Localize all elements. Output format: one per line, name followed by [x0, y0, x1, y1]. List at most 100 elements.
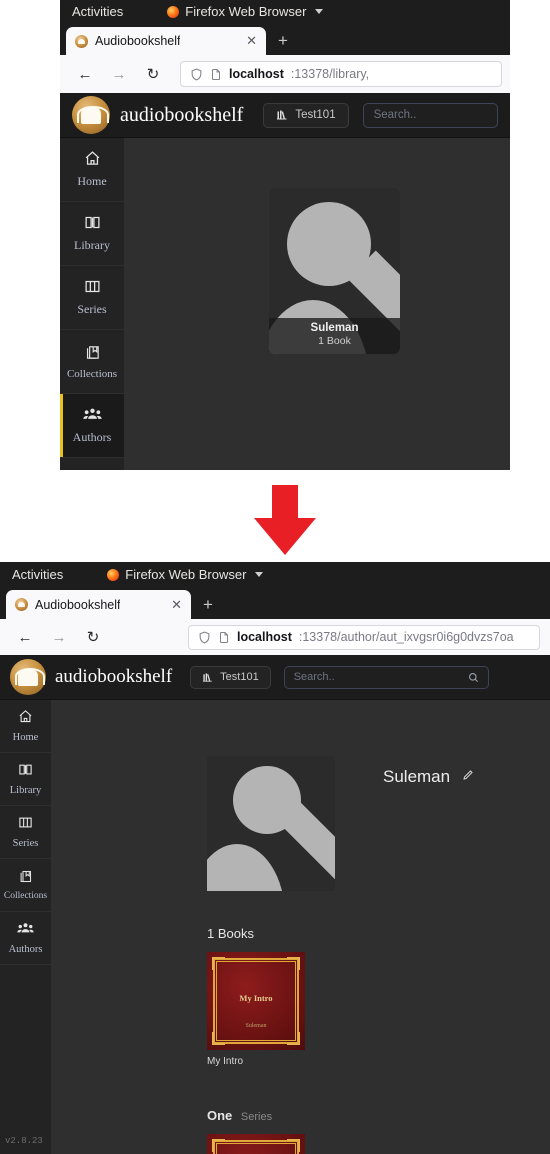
book-item[interactable]: My Intro Suleman My Intro: [207, 952, 305, 1067]
author-detail-page: Suleman 1 Books My Intro Suleman My Intr…: [51, 700, 550, 1154]
author-title-row: Suleman: [383, 756, 474, 787]
sidebar-item-authors[interactable]: Authors: [0, 912, 51, 965]
cover-corner-bl: [211, 1032, 225, 1046]
sidebar-item-home[interactable]: Home: [60, 138, 124, 202]
series-section: One Series My Intro: [207, 1108, 305, 1154]
chevron-down-icon: [255, 572, 264, 577]
sidebar-item-label: Collections: [66, 367, 118, 380]
collections-icon: [18, 869, 33, 888]
firefox-icon: [107, 568, 120, 581]
url-bar[interactable]: localhost:13378/author/aut_ixvgsr0i6g0dv…: [188, 624, 540, 650]
collections-icon: [84, 344, 101, 363]
page-doc-icon: [220, 631, 228, 643]
library-selector[interactable]: Test101: [190, 665, 271, 689]
chevron-down-icon: [315, 9, 324, 14]
search-input[interactable]: Search..: [362, 102, 498, 128]
shield-icon: [199, 631, 210, 644]
shield-icon: [191, 68, 202, 81]
reload-button[interactable]: ↻: [76, 628, 110, 646]
author-card[interactable]: Suleman 1 Book: [269, 188, 400, 354]
search-input[interactable]: Search..: [283, 665, 489, 689]
new-tab-button[interactable]: +: [191, 590, 225, 619]
bottom-sidebar: Home Library Series Collections Authors …: [0, 700, 51, 1154]
series-section-heading: One Series: [207, 1108, 305, 1123]
columns-icon: [18, 815, 33, 834]
firefox-app-menu[interactable]: Firefox Web Browser: [167, 4, 324, 19]
sidebar-item-series[interactable]: Series: [0, 806, 51, 859]
reload-button[interactable]: ↻: [136, 65, 170, 83]
book-cover[interactable]: My Intro Suleman: [207, 1134, 305, 1154]
audiobookshelf-favicon: [15, 598, 28, 611]
series-grid: My Intro Suleman: [207, 1134, 305, 1154]
url-bar[interactable]: localhost:13378/library,: [180, 61, 502, 87]
app-version: v2.8.23: [5, 1136, 43, 1146]
sidebar-item-label: Authors: [72, 430, 112, 444]
top-app-header: audiobookshelf Test101 Search..: [60, 93, 510, 138]
sidebar-item-label: Authors: [8, 943, 43, 955]
sidebar-item-authors[interactable]: Authors: [60, 394, 124, 458]
people-icon: [17, 921, 34, 940]
books-grid: My Intro Suleman My Intro: [207, 952, 305, 1067]
bottom-panel: Activities Firefox Web Browser Audiobook…: [0, 562, 550, 1154]
top-navbar: ← → ↻ localhost:13378/library,: [60, 55, 510, 93]
audiobookshelf-logo: [72, 96, 110, 134]
url-host: localhost: [229, 67, 284, 81]
book-open-icon: [84, 214, 101, 233]
firefox-app-menu-label: Firefox Web Browser: [125, 567, 247, 582]
brand-title: audiobookshelf: [120, 103, 244, 126]
back-button[interactable]: ←: [8, 629, 42, 646]
author-card-name: Suleman: [310, 322, 359, 334]
firefox-icon: [167, 5, 180, 18]
forward-button[interactable]: →: [102, 66, 136, 83]
author-placeholder-image: [207, 756, 335, 891]
sidebar-item-label: Library: [9, 784, 42, 796]
library-selector[interactable]: Test101: [263, 102, 349, 128]
search-placeholder: Search..: [373, 109, 417, 121]
down-arrow-annotation: [250, 485, 320, 557]
top-app-body: Home Library Series Collections Authors …: [60, 138, 510, 470]
sidebar-item-library[interactable]: Library: [0, 753, 51, 806]
columns-icon: [84, 278, 101, 297]
search-icon[interactable]: [468, 672, 479, 683]
sidebar-item-series[interactable]: Series: [60, 266, 124, 330]
cover-corner-tl: [211, 1138, 225, 1152]
top-authors-grid: Suleman 1 Book: [124, 138, 510, 470]
people-icon: [82, 406, 102, 425]
screenshot-root: Activities Firefox Web Browser Audiobook…: [0, 0, 550, 1154]
back-button[interactable]: ←: [68, 66, 102, 83]
close-icon[interactable]: ✕: [238, 33, 257, 49]
sidebar-item-label: Series: [12, 837, 39, 849]
sidebar-item-home[interactable]: Home: [0, 700, 51, 753]
activities-button[interactable]: Activities: [12, 567, 63, 582]
bottom-app-header: audiobookshelf Test101 Search..: [0, 655, 550, 700]
tab-title: Audiobookshelf: [95, 34, 181, 48]
new-tab-button[interactable]: +: [266, 27, 300, 55]
book-cover[interactable]: My Intro Suleman: [207, 952, 305, 1050]
book-title-label: My Intro: [207, 1056, 244, 1067]
sidebar-item-collections[interactable]: Collections: [60, 330, 124, 394]
sidebar-item-library[interactable]: Library: [60, 202, 124, 266]
pencil-icon[interactable]: [462, 768, 474, 786]
url-rest: :13378/author/aut_ixvgsr0i6g0dvzs7oa: [298, 630, 514, 644]
activities-button[interactable]: Activities: [72, 4, 123, 19]
library-icon: [203, 672, 212, 682]
cover-corner-tr: [287, 956, 301, 970]
browser-tab-audiobookshelf[interactable]: Audiobookshelf ✕: [6, 590, 191, 619]
book-item[interactable]: My Intro Suleman: [207, 1134, 305, 1154]
browser-tab-audiobookshelf[interactable]: Audiobookshelf ✕: [66, 27, 266, 55]
library-selector-label: Test101: [295, 109, 336, 121]
books-section: 1 Books My Intro Suleman My Intro: [207, 926, 305, 1067]
forward-button[interactable]: →: [42, 629, 76, 646]
author-name: Suleman: [383, 767, 451, 786]
sidebar-item-label: Series: [77, 302, 107, 316]
top-panel: Activities Firefox Web Browser Audiobook…: [60, 0, 510, 470]
home-icon: [18, 709, 33, 728]
bottom-app-body: Home Library Series Collections Authors …: [0, 700, 550, 1154]
series-name: One: [207, 1108, 233, 1123]
sidebar-item-label: Collections: [3, 891, 48, 902]
firefox-app-menu[interactable]: Firefox Web Browser: [107, 567, 264, 582]
close-icon[interactable]: ✕: [163, 597, 182, 613]
sidebar-item-collections[interactable]: Collections: [0, 859, 51, 912]
audiobookshelf-logo: [10, 659, 46, 695]
sidebar-item-label: Library: [74, 238, 110, 252]
